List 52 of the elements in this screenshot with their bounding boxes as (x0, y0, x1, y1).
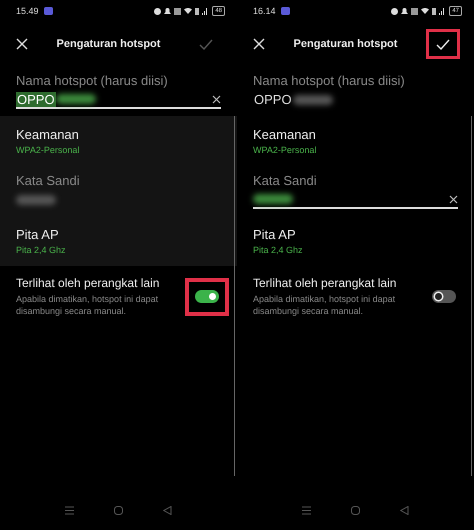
bell-icon (164, 8, 172, 14)
back-icon[interactable] (400, 506, 409, 514)
settings-row[interactable]: Pita AP Pita 2,4 Ghz (237, 216, 474, 266)
home-icon[interactable] (351, 506, 360, 514)
menu-icon[interactable] (65, 506, 74, 514)
option-value: WPA2-Personal (253, 145, 318, 155)
field-label: Kata Sandi (253, 173, 318, 188)
wifi-icon (421, 8, 430, 14)
status-time: 16.14 (253, 6, 276, 16)
home-icon[interactable] (114, 506, 123, 514)
option-description: Apabila dimatikan, hotspot ini dapat disambungi secara manual. (16, 293, 160, 317)
clear-icon[interactable] (212, 94, 221, 104)
option-description: Apabila dimatikan, hotspot ini dapat disambungi secara manual. (253, 293, 396, 317)
app-icon (280, 7, 290, 15)
menu-icon[interactable] (302, 506, 311, 514)
option-title: Keamanan (16, 127, 80, 142)
toggle-switch[interactable] (195, 290, 219, 303)
signal-icon (439, 8, 444, 14)
input-field[interactable]: OPPO (16, 91, 221, 109)
option-title: Terlihat oleh perangkat lain (253, 276, 398, 290)
option-title: Pita AP (16, 227, 60, 242)
status-time: 15.49 (16, 6, 39, 16)
settings-row[interactable]: Pita AP Pita 2,4 Ghz (0, 216, 237, 266)
field-label: Nama hotspot (harus diisi) (16, 73, 169, 88)
settings-row[interactable]: Keamanan WPA2-Personal (237, 116, 474, 166)
close-icon[interactable] (16, 38, 28, 50)
screen-title: Pengaturan hotspot (292, 38, 398, 50)
field-label: Kata Sandi (16, 173, 81, 188)
alarm-icon (391, 8, 398, 14)
signal-icon (202, 8, 208, 14)
screen-title: Pengaturan hotspot (56, 38, 162, 50)
check-icon[interactable] (199, 38, 213, 50)
field-value: OPPO (16, 92, 56, 106)
wifi-icon (184, 8, 192, 14)
back-icon[interactable] (163, 506, 172, 514)
field-value: OPPO (253, 92, 293, 107)
field-label: Nama hotspot (harus diisi) (253, 73, 406, 88)
toggle-switch[interactable] (432, 290, 456, 303)
option-title: Keamanan (253, 127, 317, 142)
settings-row[interactable]: Keamanan WPA2-Personal (0, 116, 237, 166)
bell-icon (401, 8, 408, 14)
close-icon[interactable] (253, 38, 265, 50)
input-field[interactable] (253, 191, 458, 209)
alarm-icon (154, 8, 162, 14)
input-field[interactable]: OPPO (253, 91, 458, 109)
option-value: Pita 2,4 Ghz (253, 245, 304, 255)
option-value: WPA2-Personal (16, 145, 80, 155)
clear-icon[interactable] (449, 194, 458, 204)
option-value: Pita 2,4 Ghz (16, 245, 67, 255)
option-title: Terlihat oleh perangkat lain (16, 276, 160, 290)
app-icon (44, 7, 53, 15)
option-title: Pita AP (253, 227, 297, 242)
